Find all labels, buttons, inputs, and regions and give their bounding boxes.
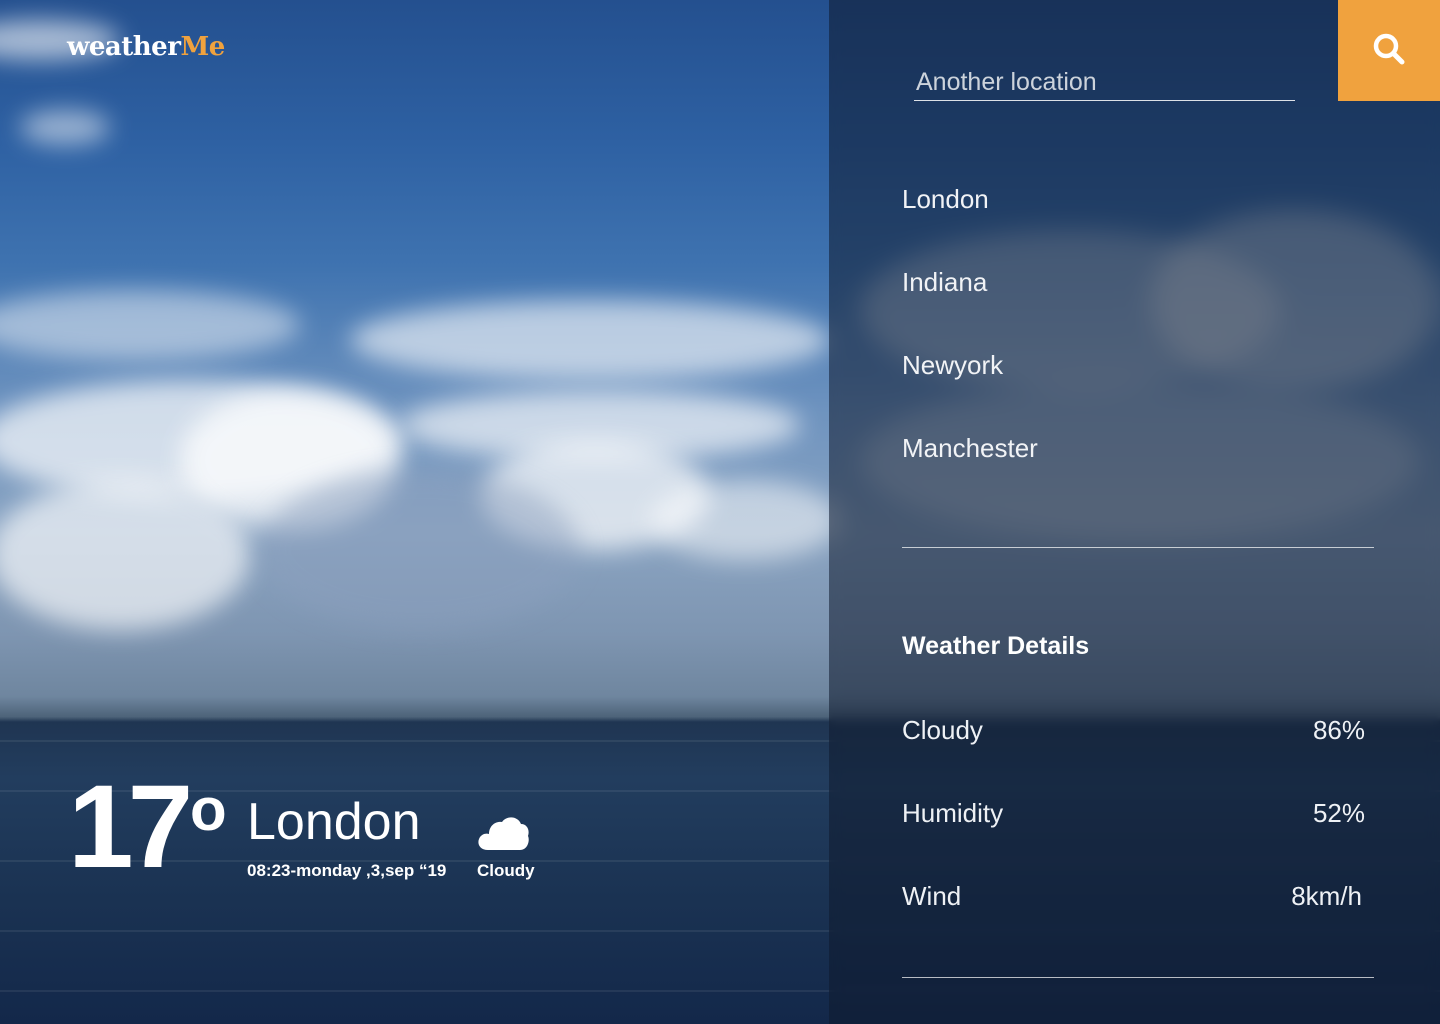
side-panel [829,0,1440,1024]
app-logo[interactable]: weatherMe [67,32,225,62]
detail-value: 86% [1312,714,1365,745]
detail-row-cloudy: Cloudy 86% [902,713,1365,747]
current-datetime: 08:23-monday ,3,sep “19 [247,861,447,880]
logo-text-weather: weather [67,32,181,62]
current-temperature: 17 [68,761,193,893]
location-item-newyork[interactable]: Newyork [902,350,1003,381]
detail-label: Cloudy [902,714,983,745]
search-field [914,64,1295,101]
location-item-manchester[interactable]: Manchester [902,433,1038,464]
location-item-indiana[interactable]: Indiana [902,267,987,298]
detail-label: Humidity [902,797,1004,828]
weather-details-title: Weather Details [902,632,1090,660]
divider [902,977,1374,978]
detail-label: Wind [902,880,962,911]
detail-row-wind: Wind 8km/h [902,879,1365,913]
current-condition: Cloudy [477,861,535,880]
logo-text-me: Me [180,32,225,62]
detail-row-humidity: Humidity 52% [902,796,1365,830]
search-button[interactable] [1338,0,1440,101]
search-icon [1372,32,1406,70]
cloud-icon [476,812,530,852]
search-input[interactable] [914,64,1295,100]
location-item-london[interactable]: London [902,184,989,215]
detail-value: 52% [1312,797,1365,828]
degree-symbol: o [190,776,227,843]
divider [902,547,1374,548]
current-city: London [247,793,421,851]
detail-value: 8km/h [1291,880,1362,911]
